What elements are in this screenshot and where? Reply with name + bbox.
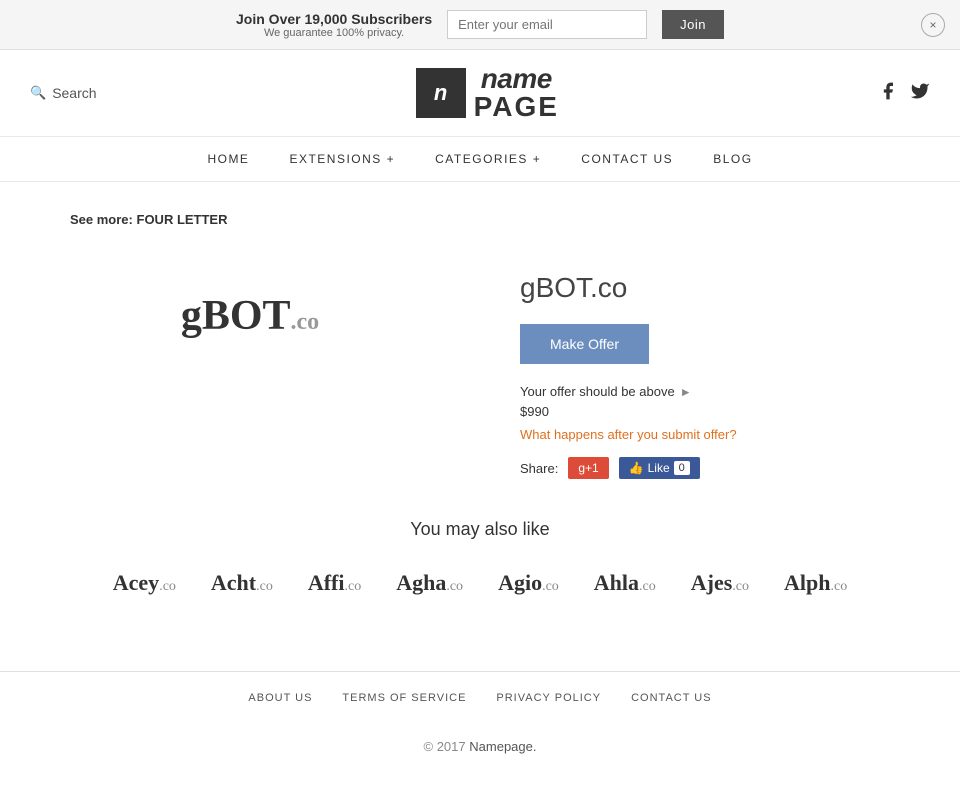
nav-contact[interactable]: CONTACT US <box>581 152 673 166</box>
footer-links: ABOUT US TERMS OF SERVICE PRIVACY POLICY… <box>0 671 960 724</box>
domain-tiles: Acey.co Acht.co Affi.co Agha.co Agio.co Ahla.… <box>20 565 940 601</box>
logo[interactable]: n name PAGE <box>416 65 559 121</box>
logo-page: PAGE <box>474 93 559 121</box>
domain-info: gBOT.co Make Offer Your offer should be … <box>520 252 940 479</box>
header: 🔍 Search n name PAGE <box>0 50 960 137</box>
make-offer-button[interactable]: Make Offer <box>520 324 649 364</box>
footer-copyright: © 2017 Namepage. <box>0 724 960 769</box>
domain-title: gBOT.co <box>520 272 940 304</box>
arrow-icon: ► <box>680 385 692 399</box>
search-label: Search <box>52 85 96 101</box>
google-plus-button[interactable]: g+1 <box>568 457 608 479</box>
breadcrumb: See more: FOUR LETTER <box>20 212 940 227</box>
domain-logo-text: gBOT.co <box>181 292 319 340</box>
banner-subtext: We guarantee 100% privacy. <box>236 27 432 39</box>
domain-tile[interactable]: Ajes.co <box>681 565 759 601</box>
banner-text: Join Over 19,000 Subscribers We guarante… <box>236 11 432 39</box>
fb-like-label: Like <box>648 461 670 475</box>
domain-tile[interactable]: Agha.co <box>386 565 473 601</box>
logo-name: name <box>474 65 559 93</box>
top-banner: Join Over 19,000 Subscribers We guarante… <box>0 0 960 50</box>
domain-tile[interactable]: Ahla.co <box>584 565 666 601</box>
footer-tos[interactable]: TERMS OF SERVICE <box>342 692 466 704</box>
offer-link[interactable]: What happens after you submit offer? <box>520 427 940 442</box>
also-like-section: You may also like Acey.coAcht.coAffi.coA… <box>20 519 940 601</box>
domain-section: gBOT.co gBOT.co Make Offer Your offer sh… <box>20 252 940 479</box>
footer-privacy[interactable]: PRIVACY POLICY <box>496 692 601 704</box>
navigation: HOME EXTENSIONS + CATEGORIES + CONTACT U… <box>0 137 960 182</box>
search-area[interactable]: 🔍 Search <box>30 85 97 101</box>
footer-contact[interactable]: CONTACT US <box>631 692 712 704</box>
footer-brand[interactable]: Namepage. <box>469 739 536 754</box>
social-links <box>878 81 930 106</box>
breadcrumb-link[interactable]: FOUR LETTER <box>137 212 228 227</box>
offer-amount: $990 <box>520 404 940 419</box>
fb-count: 0 <box>674 461 690 475</box>
close-banner-button[interactable]: × <box>921 13 945 37</box>
main-content: See more: FOUR LETTER gBOT.co gBOT.co Ma… <box>0 182 960 671</box>
search-icon: 🔍 <box>30 85 46 101</box>
domain-logo-display: gBOT.co <box>20 252 480 380</box>
facebook-icon[interactable] <box>878 81 898 106</box>
domain-tile[interactable]: Agio.co <box>488 565 569 601</box>
breadcrumb-prefix: See more: <box>70 212 133 227</box>
domain-name-display: gBOT <box>181 293 291 339</box>
facebook-like-button[interactable]: 👍 Like 0 <box>619 457 700 479</box>
nav-home[interactable]: HOME <box>207 152 249 166</box>
share-label: Share: <box>520 461 558 476</box>
domain-tld-display: .co <box>291 309 320 335</box>
copyright-year: © 2017 <box>424 739 466 754</box>
email-input[interactable] <box>447 10 647 39</box>
logo-icon: n <box>416 68 466 118</box>
share-area: Share: g+1 👍 Like 0 <box>520 457 940 479</box>
banner-headline: Join Over 19,000 Subscribers <box>236 11 432 27</box>
footer-about[interactable]: ABOUT US <box>248 692 312 704</box>
domain-tile[interactable]: Acht.co <box>201 565 283 601</box>
domain-tile[interactable]: Acey.co <box>103 565 186 601</box>
nav-categories[interactable]: CATEGORIES + <box>435 152 541 166</box>
nav-blog[interactable]: BLOG <box>713 152 752 166</box>
domain-tile[interactable]: Affi.co <box>298 565 371 601</box>
also-like-title: You may also like <box>20 519 940 540</box>
fb-thumb-icon: 👍 <box>629 461 644 475</box>
domain-tile[interactable]: Alph.co <box>774 565 857 601</box>
offer-info: Your offer should be above ► <box>520 384 940 399</box>
twitter-icon[interactable] <box>910 81 930 106</box>
nav-extensions[interactable]: EXTENSIONS + <box>289 152 395 166</box>
join-button[interactable]: Join <box>662 10 724 39</box>
